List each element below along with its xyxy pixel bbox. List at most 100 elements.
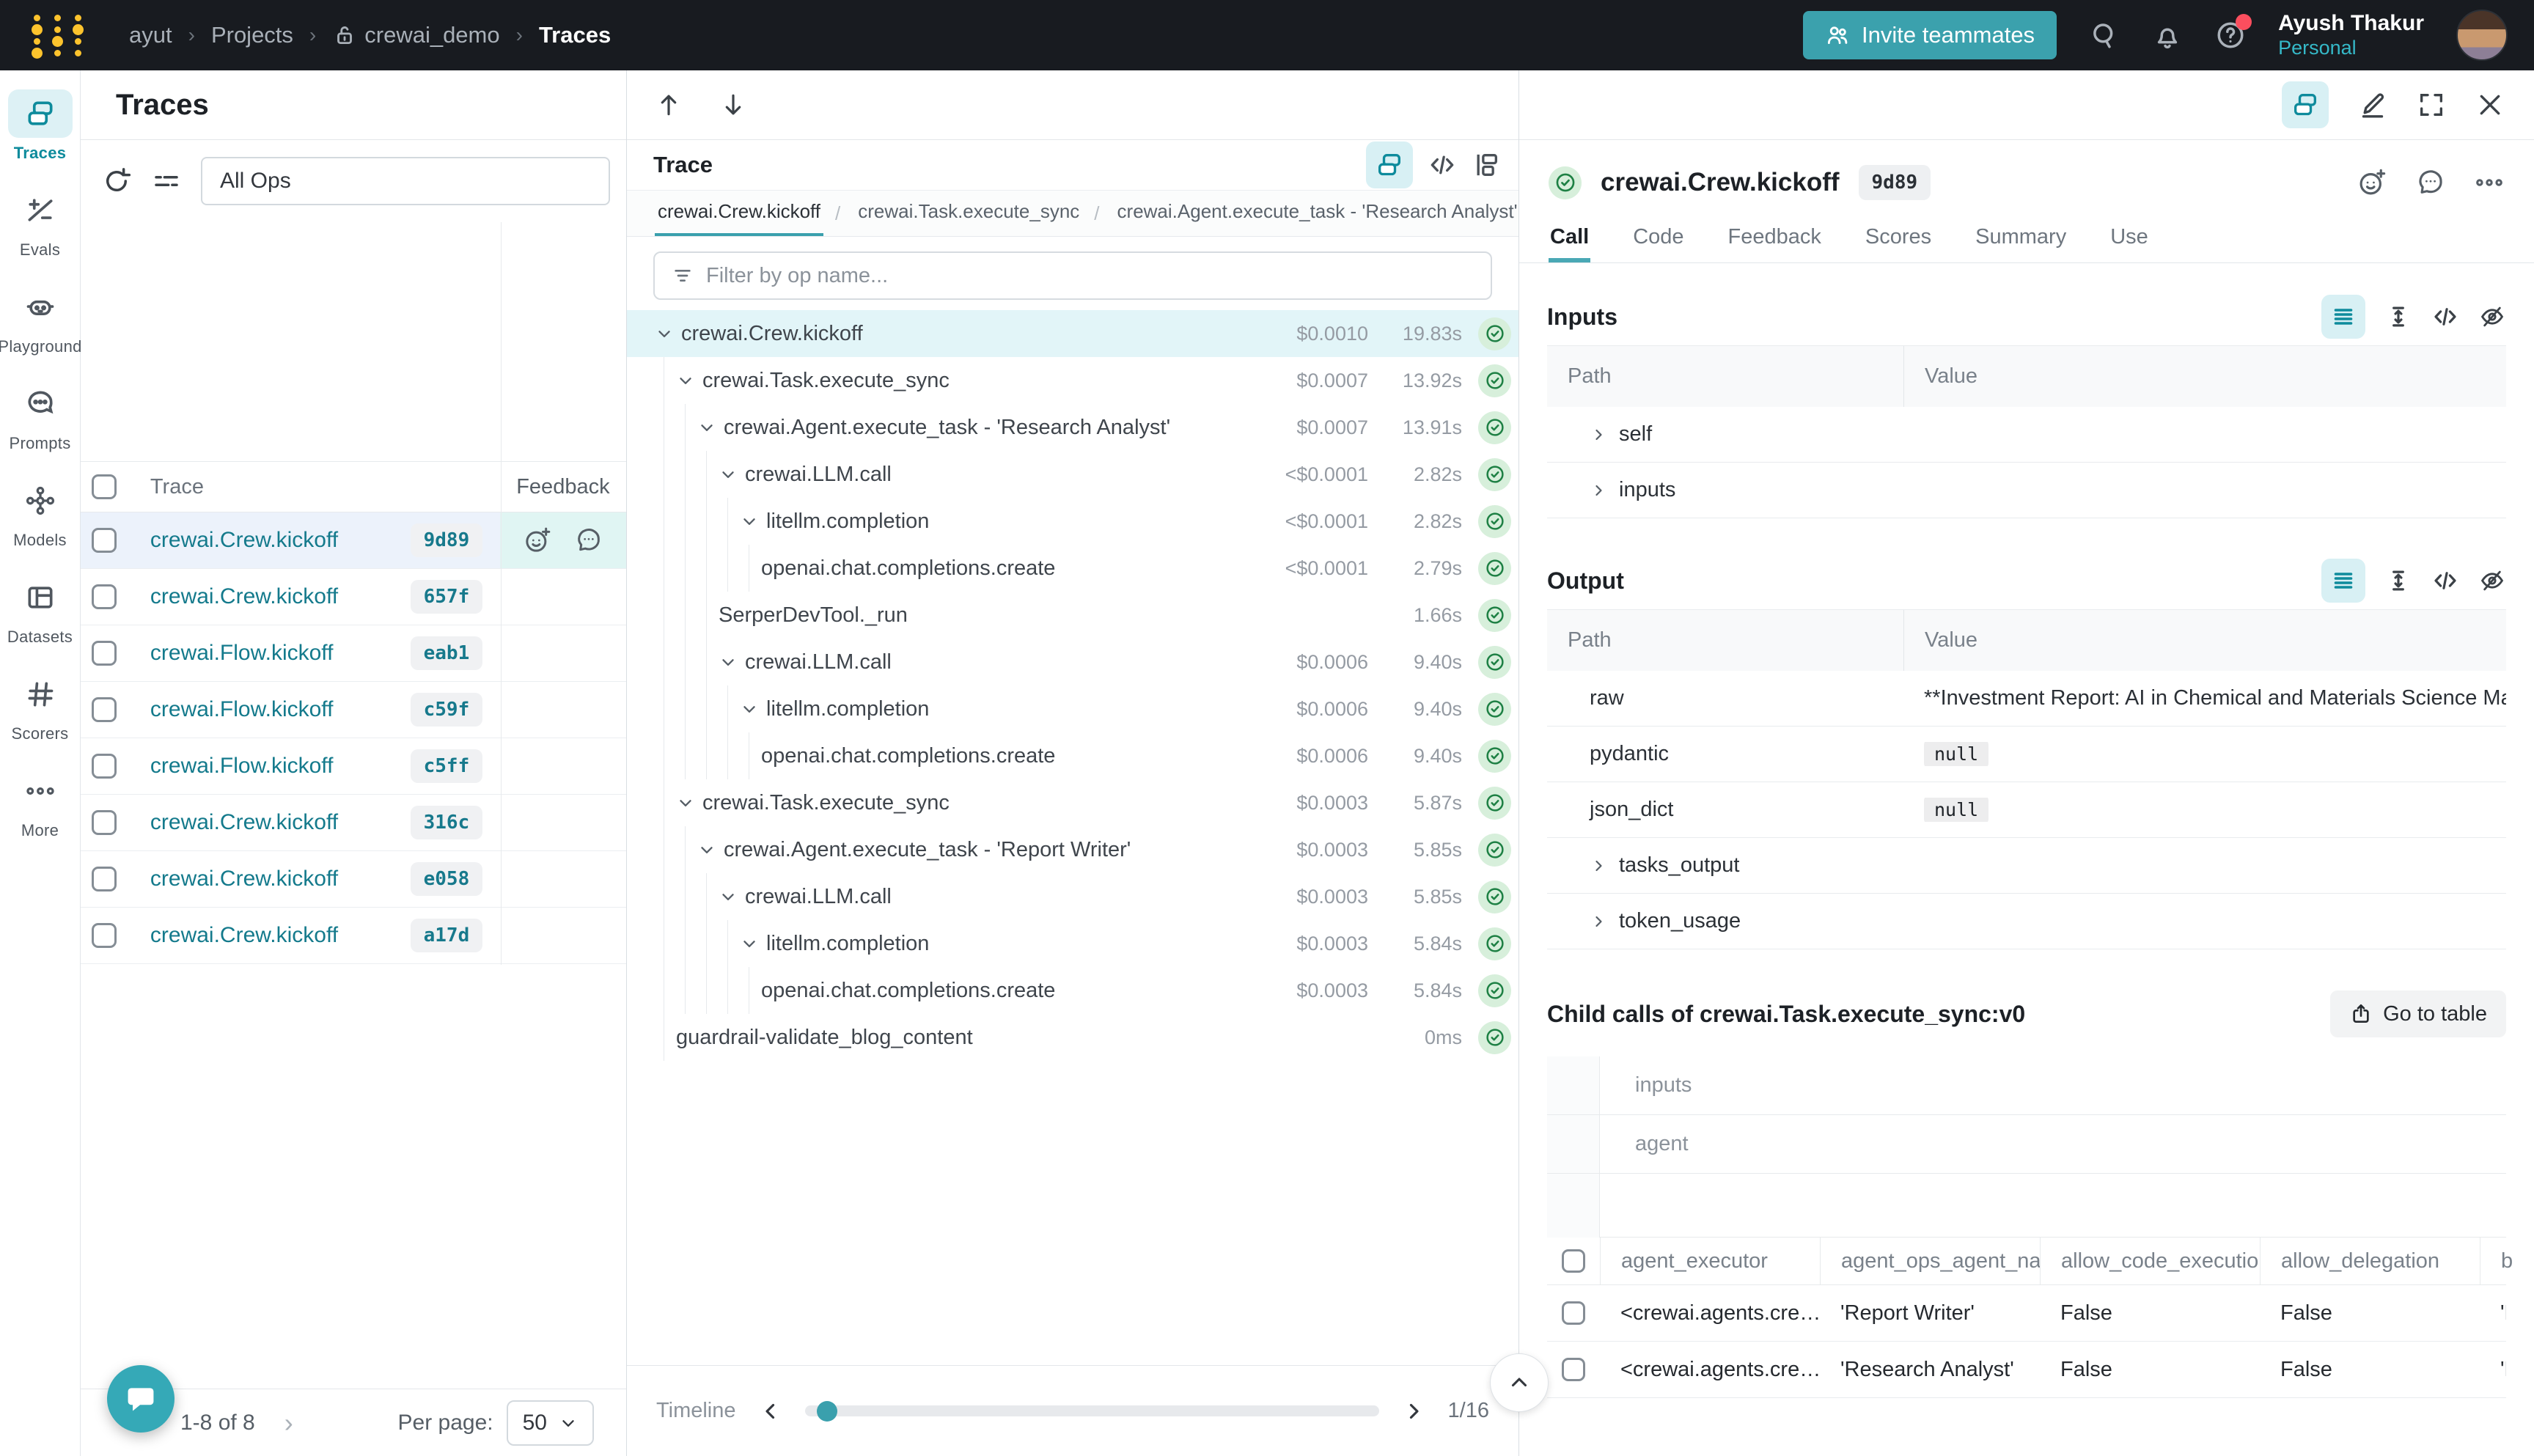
expand-rows-button[interactable]: [2384, 567, 2412, 595]
rail-item[interactable]: Scorers: [8, 670, 73, 745]
detail-tab[interactable]: Summary: [1974, 215, 2068, 262]
row-checkbox[interactable]: [92, 528, 117, 553]
table-row[interactable]: crewai.Crew.kickoff a17d: [81, 908, 626, 964]
go-to-table-button[interactable]: Go to table: [2330, 990, 2506, 1037]
timeline-next-button[interactable]: [1401, 1399, 1426, 1424]
list-view-button[interactable]: [2321, 295, 2365, 339]
trace-op-link[interactable]: crewai.Crew.kickoff: [150, 584, 338, 609]
help-button[interactable]: [2215, 20, 2246, 51]
row-checkbox[interactable]: [1562, 1301, 1585, 1325]
call-tree-row[interactable]: openai.chat.completions.create $0.0006 9…: [627, 732, 1518, 779]
code-view-button[interactable]: [1428, 150, 1457, 180]
call-tree-row[interactable]: SerperDevTool._run 1.66s: [627, 592, 1518, 639]
row-checkbox[interactable]: [92, 867, 117, 891]
detail-tab[interactable]: Code: [1631, 215, 1685, 262]
add-reaction-icon[interactable]: [2357, 167, 2387, 198]
collapse-panel-button[interactable]: [1490, 1353, 1549, 1412]
kv-row[interactable]: token_usage: [1547, 894, 2506, 949]
chevron-down-icon[interactable]: [719, 465, 738, 484]
timeline-slider-knob[interactable]: [817, 1401, 837, 1422]
table-row[interactable]: crewai.Crew.kickoff 657f: [81, 569, 626, 625]
child-column-header[interactable]: allow_code_execution: [2040, 1238, 2260, 1284]
table-row[interactable]: crewai.Crew.kickoff e058: [81, 851, 626, 908]
wandb-logo-icon[interactable]: [26, 12, 88, 59]
table-row[interactable]: crewai.Flow.kickoff c59f: [81, 682, 626, 738]
chevron-down-icon[interactable]: [655, 324, 674, 343]
trace-op-link[interactable]: crewai.Crew.kickoff: [150, 923, 338, 948]
kv-row[interactable]: pydantic null null: [1547, 727, 2506, 782]
hide-values-button[interactable]: [2478, 303, 2506, 331]
chevron-down-icon[interactable]: [740, 699, 759, 718]
call-tree-row[interactable]: litellm.completion <$0.0001 2.82s: [627, 498, 1518, 545]
rail-item[interactable]: Datasets: [7, 573, 73, 648]
row-checkbox[interactable]: [92, 697, 117, 722]
kv-row[interactable]: inputs: [1547, 463, 2506, 518]
breadcrumb-account[interactable]: ayut: [129, 22, 172, 48]
feedback-column-header[interactable]: Feedback: [500, 462, 626, 512]
trace-op-link[interactable]: crewai.Flow.kickoff: [150, 697, 334, 722]
comment-icon[interactable]: [2415, 167, 2446, 198]
detail-tab[interactable]: Feedback: [1727, 215, 1823, 262]
user-menu[interactable]: Ayush Thakur Personal: [2278, 11, 2424, 59]
trace-op-link[interactable]: crewai.Flow.kickoff: [150, 754, 334, 779]
more-menu-icon[interactable]: [2474, 167, 2505, 198]
row-checkbox[interactable]: [92, 754, 117, 779]
row-checkbox[interactable]: [92, 584, 117, 609]
detail-tree-view-button[interactable]: [2282, 81, 2329, 128]
breadcrumb-projects[interactable]: Projects: [211, 22, 293, 48]
kv-row[interactable]: raw **Investment Report: AI in Chemical …: [1547, 671, 2506, 727]
chevron-down-icon[interactable]: [719, 652, 738, 672]
search-button[interactable]: [2089, 20, 2120, 51]
row-checkbox[interactable]: [92, 810, 117, 835]
add-reaction-icon[interactable]: [523, 526, 552, 555]
notifications-button[interactable]: [2152, 20, 2183, 51]
kv-row[interactable]: self: [1547, 407, 2506, 463]
per-page-select[interactable]: 50: [507, 1400, 594, 1446]
kv-row[interactable]: json_dict null null: [1547, 782, 2506, 838]
invite-teammates-button[interactable]: Invite teammates: [1803, 11, 2057, 59]
timeline-slider[interactable]: [805, 1405, 1379, 1416]
chevron-down-icon[interactable]: [676, 371, 695, 390]
child-column-header[interactable]: allow_delegation: [2260, 1238, 2480, 1284]
call-tree-row[interactable]: litellm.completion $0.0006 9.40s: [627, 685, 1518, 732]
call-tree-row[interactable]: guardrail-validate_blog_content 0ms: [627, 1014, 1518, 1061]
refresh-button[interactable]: [101, 166, 132, 196]
chevron-right-icon[interactable]: [1590, 913, 1607, 930]
select-all-checkbox[interactable]: [92, 474, 117, 499]
fullscreen-button[interactable]: [2417, 90, 2446, 120]
call-tree-row[interactable]: crewai.LLM.call $0.0006 9.40s: [627, 639, 1518, 685]
row-checkbox[interactable]: [92, 923, 117, 948]
trace-op-link[interactable]: crewai.Crew.kickoff: [150, 528, 338, 553]
chevron-down-icon[interactable]: [719, 887, 738, 906]
hide-values-button[interactable]: [2478, 567, 2506, 595]
chevron-down-icon[interactable]: [697, 418, 716, 437]
rail-item[interactable]: Traces: [8, 89, 73, 164]
row-checkbox[interactable]: [1562, 1358, 1585, 1381]
expand-rows-button[interactable]: [2384, 303, 2412, 331]
call-tree-row[interactable]: openai.chat.completions.create <$0.0001 …: [627, 545, 1518, 592]
call-tree-row[interactable]: crewai.Crew.kickoff $0.0010 19.83s: [627, 310, 1518, 357]
rail-item[interactable]: Prompts: [8, 380, 73, 455]
detail-tab[interactable]: Use: [2109, 215, 2150, 262]
call-tree-row[interactable]: litellm.completion $0.0003 5.84s: [627, 920, 1518, 967]
json-view-button[interactable]: [2431, 303, 2459, 331]
prev-call-button[interactable]: [655, 91, 683, 119]
comment-icon[interactable]: [574, 526, 603, 555]
call-tree-row[interactable]: crewai.Agent.execute_task - 'Research An…: [627, 404, 1518, 451]
call-tree-row[interactable]: crewai.Task.execute_sync $0.0003 5.87s: [627, 779, 1518, 826]
select-all-checkbox[interactable]: [1562, 1249, 1585, 1273]
chevron-down-icon[interactable]: [740, 512, 759, 531]
detail-tab[interactable]: Scores: [1864, 215, 1933, 262]
table-row[interactable]: <crewai.agents.cre… 'Report Writer' Fals…: [1547, 1285, 2506, 1342]
timeline-prev-button[interactable]: [758, 1399, 783, 1424]
next-call-button[interactable]: [719, 91, 747, 119]
chevron-right-icon[interactable]: [1590, 426, 1607, 444]
chevron-down-icon[interactable]: [740, 934, 759, 953]
json-view-button[interactable]: [2431, 567, 2459, 595]
breadcrumb-project[interactable]: crewai_demo: [332, 22, 499, 48]
rail-item[interactable]: More: [8, 767, 73, 842]
rail-item[interactable]: Models: [8, 477, 73, 551]
op-filter-select[interactable]: All Ops: [201, 157, 610, 205]
column-settings-button[interactable]: [151, 166, 182, 196]
next-page-button[interactable]: ›: [255, 1408, 323, 1438]
